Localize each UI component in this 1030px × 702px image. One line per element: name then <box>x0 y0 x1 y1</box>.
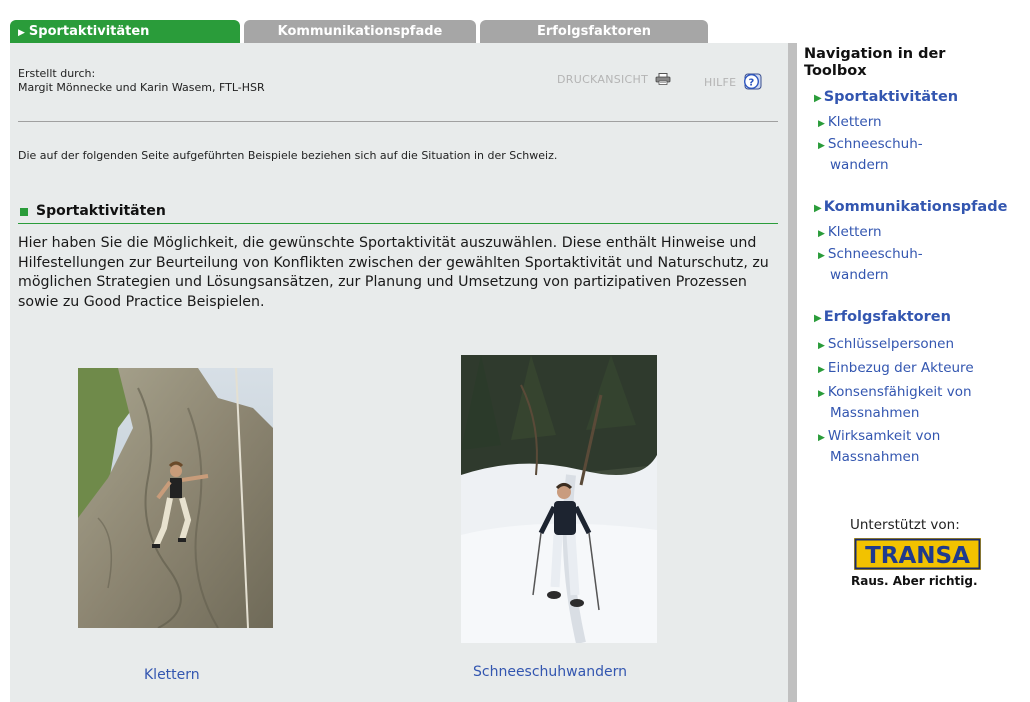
snowshoe-photo[interactable] <box>461 355 657 643</box>
credit-authors: Margit Mönnecke und Karin Wasem, FTL-HSR <box>18 81 265 94</box>
credit: Erstellt durch: Margit Mönnecke und Kari… <box>18 67 265 95</box>
nav-item-schluesselpersonen[interactable]: ▶ Schlüsselpersonen <box>818 335 1018 356</box>
svg-text:TRANSA: TRANSA <box>865 543 970 569</box>
climbing-image <box>78 368 273 628</box>
help-label: HILFE <box>704 76 737 89</box>
nav-group-kommunikationspfade[interactable]: ▶ Kommunikationspfade <box>814 199 1007 215</box>
section-intro: Hier haben Sie die Möglichkeit, die gewü… <box>18 235 769 310</box>
panel-divider <box>788 43 797 702</box>
triangle-right-icon: ▶ <box>814 203 822 214</box>
triangle-right-icon: ▶ <box>818 341 825 351</box>
triangle-right-icon: ▶ <box>818 229 825 239</box>
triangle-right-icon: ▶ <box>814 313 822 324</box>
triangle-right-icon: ▶ <box>818 141 825 151</box>
nav-item-klettern[interactable]: ▶ Klettern <box>818 113 1018 134</box>
nav-item-einbezug-akteure[interactable]: ▶ Einbezug der Akteure <box>818 359 1018 380</box>
triangle-right-icon: ▶ <box>818 119 825 129</box>
nav-item-schneeschuhwandern[interactable]: ▶ Schneeschuh- wandern <box>818 135 1018 175</box>
nav-item-wirksamkeit[interactable]: ▶ Wirksamkeit von Massnahmen <box>818 427 1018 467</box>
triangle-right-icon: ▶ <box>818 389 825 399</box>
snowshoe-image <box>461 355 657 643</box>
print-view-button[interactable]: DRUCKANSICHT <box>557 73 671 86</box>
triangle-right-icon: ▶ <box>818 433 825 443</box>
nav-group-erfolgsfaktoren[interactable]: ▶ Erfolgsfaktoren <box>814 309 951 325</box>
tab-erfolgsfaktoren[interactable]: Erfolgsfaktoren <box>480 20 708 44</box>
square-bullet-icon <box>20 208 28 216</box>
section-title: Sportaktivitäten <box>36 203 166 219</box>
climbing-link[interactable]: Klettern <box>144 667 200 683</box>
transa-slogan: Raus. Aber richtig. <box>851 574 978 588</box>
nav-title: Navigation in der Toolbox <box>804 46 946 79</box>
nav-item-konsensfaehigkeit[interactable]: ▶ Konsensfähigkeit von Massnahmen <box>818 383 1018 423</box>
triangle-right-icon: ▶ <box>814 93 822 104</box>
nav-item-klettern-komm[interactable]: ▶ Klettern <box>818 223 1018 244</box>
supported-by-label: Unterstützt von: <box>850 517 960 533</box>
divider <box>18 121 778 122</box>
tab-sportaktivitaeten[interactable]: ▶ Sportaktivitäten <box>10 20 240 44</box>
help-icon: ? <box>744 73 762 90</box>
nav-group-sportaktivitaeten[interactable]: ▶ Sportaktivitäten <box>814 89 958 105</box>
section-header: Sportaktivitäten <box>18 203 778 224</box>
region-note: Die auf der folgenden Seite aufgeführten… <box>18 149 558 162</box>
snowshoe-link[interactable]: Schneeschuhwandern <box>473 664 627 680</box>
credit-label: Erstellt durch: <box>18 67 96 80</box>
transa-logo[interactable]: TRANSA <box>854 538 981 570</box>
climbing-photo[interactable] <box>78 368 273 628</box>
print-view-label: DRUCKANSICHT <box>557 73 649 86</box>
nav-item-schneeschuhwandern-komm[interactable]: ▶ Schneeschuh- wandern <box>818 245 1018 285</box>
triangle-right-icon: ▶ <box>18 28 25 38</box>
tab-kommunikationspfade[interactable]: Kommunikationspfade <box>244 20 476 44</box>
svg-text:?: ? <box>749 77 755 88</box>
triangle-right-icon: ▶ <box>818 251 825 261</box>
triangle-right-icon: ▶ <box>818 365 825 375</box>
printer-icon <box>655 73 671 85</box>
toolbox-navigation: Navigation in der Toolbox ▶ Sportaktivitä… <box>800 46 1025 465</box>
help-button[interactable]: HILFE ? <box>704 73 762 90</box>
main-content: Erstellt durch: Margit Mönnecke und Kari… <box>10 43 788 702</box>
